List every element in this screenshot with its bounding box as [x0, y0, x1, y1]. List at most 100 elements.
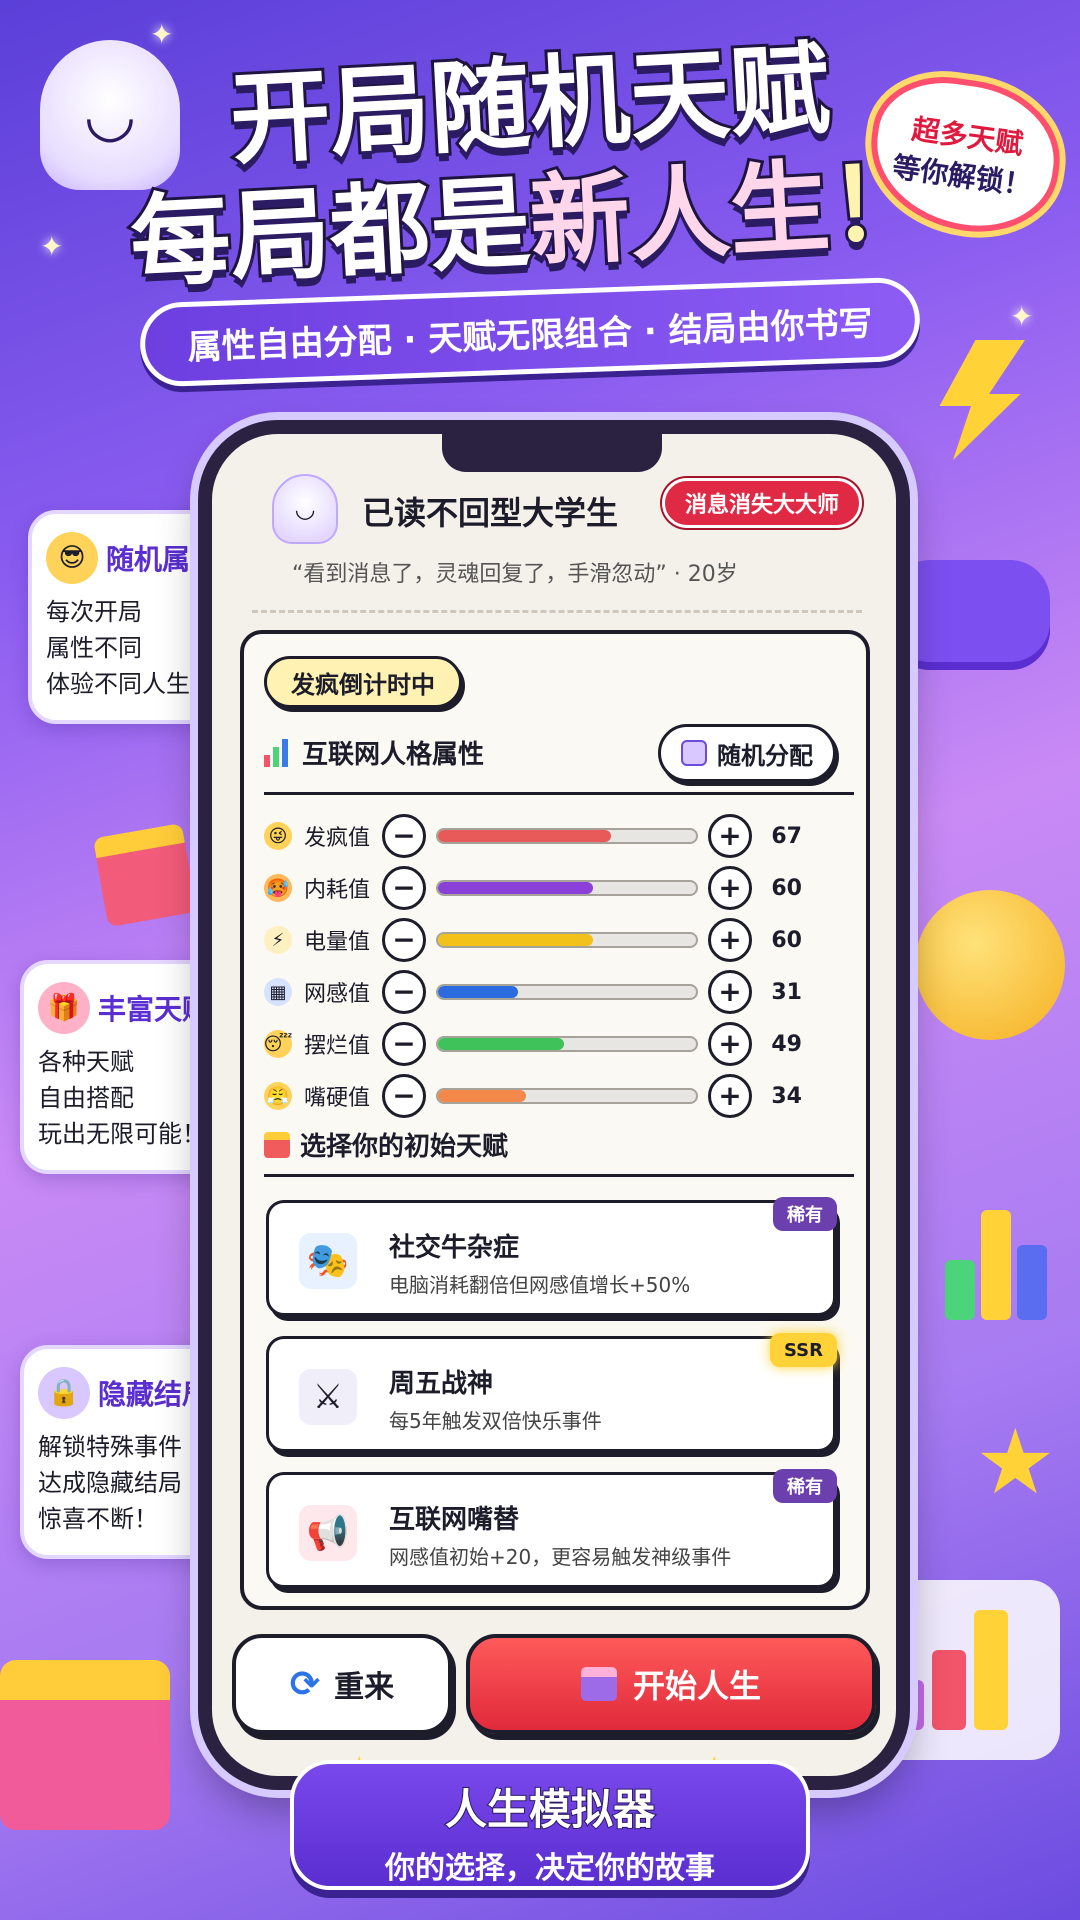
- phone-notch: [442, 432, 662, 472]
- callout-line: 自由搭配: [38, 1084, 134, 1112]
- stat-value: 49: [771, 1031, 802, 1057]
- attributes-title: 互联网人格属性: [302, 740, 485, 770]
- increase-button[interactable]: +: [708, 866, 752, 910]
- divider: [264, 792, 854, 795]
- stat-emoji-icon: 😴: [264, 1030, 292, 1058]
- increase-button[interactable]: +: [708, 970, 752, 1014]
- stat-emoji-icon: 😜: [264, 822, 292, 850]
- stat-row: 🥵 内耗值 − +60: [264, 866, 854, 910]
- decrease-button[interactable]: −: [382, 866, 426, 910]
- stat-row: ⚡ 电量值 − +60: [264, 918, 854, 962]
- divider: [264, 1174, 854, 1177]
- sparkle-icon: ✦: [150, 18, 174, 51]
- stat-row: 😴 摆烂值 − +49: [264, 1022, 854, 1066]
- gift-emoji-icon: 🎁: [38, 982, 90, 1034]
- random-assign-button[interactable]: 随机分配: [658, 724, 836, 782]
- rarity-badge: SSR: [770, 1333, 837, 1367]
- stat-name: 电量值: [304, 930, 371, 955]
- stat-bar: [436, 1036, 698, 1052]
- talent-desc: 电脑消耗翻倍但网感值增长+50%: [389, 1273, 691, 1297]
- title-line-2-exclaim: ！: [824, 140, 936, 268]
- callout-line: 体验不同人生！: [46, 670, 214, 698]
- callout-line: 解锁特殊事件: [38, 1433, 182, 1461]
- restart-button[interactable]: ⟳ 重来: [232, 1634, 452, 1734]
- stat-bar: [436, 984, 698, 1000]
- increase-button[interactable]: +: [708, 814, 752, 858]
- lightning-icon: [939, 340, 1025, 460]
- star-eyes-emoji-icon: [915, 890, 1065, 1040]
- rarity-badge: 稀有: [773, 1197, 837, 1231]
- talent-name: 社交牛杂症: [389, 1233, 520, 1263]
- bar-chart-icon: [264, 738, 292, 767]
- callout-line: 每次开局: [46, 598, 142, 626]
- start-life-label: 开始人生: [632, 1667, 761, 1705]
- decrease-button[interactable]: −: [382, 814, 426, 858]
- increase-button[interactable]: +: [708, 918, 752, 962]
- gamepad-icon: [890, 560, 1050, 670]
- stat-value: 67: [771, 823, 802, 849]
- talent-card[interactable]: ⚔ 周五战神 每5年触发双倍快乐事件 SSR: [266, 1333, 837, 1452]
- dice-icon: [681, 740, 707, 766]
- increase-button[interactable]: +: [708, 1022, 752, 1066]
- restart-label: 重来: [334, 1670, 395, 1705]
- stat-value: 60: [771, 927, 802, 953]
- random-assign-label: 随机分配: [717, 741, 813, 770]
- footer-subtitle: 你的选择，决定你的故事: [385, 1851, 715, 1886]
- gift-box-large-icon: [0, 1660, 170, 1830]
- title-line-2-a: 每局都是: [124, 161, 536, 305]
- talent-icon: ⚔: [299, 1369, 357, 1425]
- decrease-button[interactable]: −: [382, 918, 426, 962]
- stat-bar: [436, 828, 698, 844]
- callout-line: 属性不同: [46, 634, 142, 662]
- attributes-header: 互联网人格属性: [264, 734, 484, 771]
- star-deco-icon: ★: [975, 1410, 1056, 1515]
- divider: [252, 610, 862, 613]
- stat-bar: [436, 880, 698, 896]
- lock-emoji-icon: 🔒: [38, 1367, 90, 1419]
- rarity-badge: 稀有: [773, 1469, 837, 1503]
- footer-title: 人生模拟器: [444, 1784, 656, 1835]
- title-line-2-highlight: 新人生: [524, 145, 836, 284]
- talent-icon: 🎭: [299, 1233, 357, 1289]
- stat-emoji-icon: ▦: [264, 978, 292, 1006]
- decrease-button[interactable]: −: [382, 1074, 426, 1118]
- hero-title: 开局随机天赋 每局都是新人生！: [124, 27, 936, 304]
- countdown-tag: 发疯倒计时中: [264, 656, 462, 708]
- stat-bar-fill: [438, 882, 593, 894]
- footer-banner: 人生模拟器 你的选择，决定你的故事: [290, 1760, 810, 1890]
- stat-name: 内耗值: [304, 878, 371, 903]
- stat-emoji-icon: 🥵: [264, 874, 292, 902]
- talent-card[interactable]: 🎭 社交牛杂症电脑消耗翻倍但网感值增长+50% 稀有: [266, 1197, 837, 1316]
- stat-value: 34: [771, 1083, 802, 1109]
- sunglasses-emoji-icon: 😎: [46, 532, 98, 584]
- refresh-icon: ⟳: [289, 1663, 321, 1705]
- talent-icon: 📢: [299, 1505, 357, 1561]
- stat-bar-fill: [438, 986, 518, 998]
- start-life-button[interactable]: 开始人生: [466, 1634, 876, 1734]
- talent-card[interactable]: 📢 互联网嘴替 网感值初始+20，更容易触发神级事件 稀有: [266, 1469, 837, 1588]
- sparkle-icon: ✦: [1010, 300, 1034, 333]
- profile-quote: “看到消息了，灵魂回复了，手滑忽动” · 20岁: [292, 562, 738, 587]
- talent-name: 周五战神: [389, 1369, 494, 1399]
- callout-title: 丰富天赋: [98, 993, 211, 1026]
- talents-header: 选择你的初始天赋: [264, 1126, 508, 1163]
- stat-bar: [436, 1088, 698, 1104]
- stat-name: 嘴硬值: [304, 1086, 371, 1111]
- callout-line: 达成隐藏结局: [38, 1469, 182, 1497]
- decrease-button[interactable]: −: [382, 970, 426, 1014]
- stat-name: 发疯值: [304, 826, 371, 851]
- callout-line: 惊喜不断！: [38, 1505, 158, 1533]
- stat-bar: [436, 932, 698, 948]
- gift-icon: [264, 1131, 290, 1158]
- stat-row: ▦ 网感值 − +31: [264, 970, 854, 1014]
- stat-bar-fill: [438, 934, 593, 946]
- increase-button[interactable]: +: [708, 1074, 752, 1118]
- stat-bar-fill: [438, 830, 611, 842]
- callout-line: 各种天赋: [38, 1048, 134, 1076]
- stat-row: 😜 发疯值 − +67: [264, 814, 854, 858]
- decrease-button[interactable]: −: [382, 1022, 426, 1066]
- phone-mockup: ◡ 已读不回型大学生 消息消失大大师 “看到消息了，灵魂回复了，手滑忽动” · …: [198, 420, 910, 1790]
- talents-title: 选择你的初始天赋: [300, 1132, 509, 1162]
- stat-bar-fill: [438, 1090, 526, 1102]
- gift-box-deco-icon: [92, 822, 198, 928]
